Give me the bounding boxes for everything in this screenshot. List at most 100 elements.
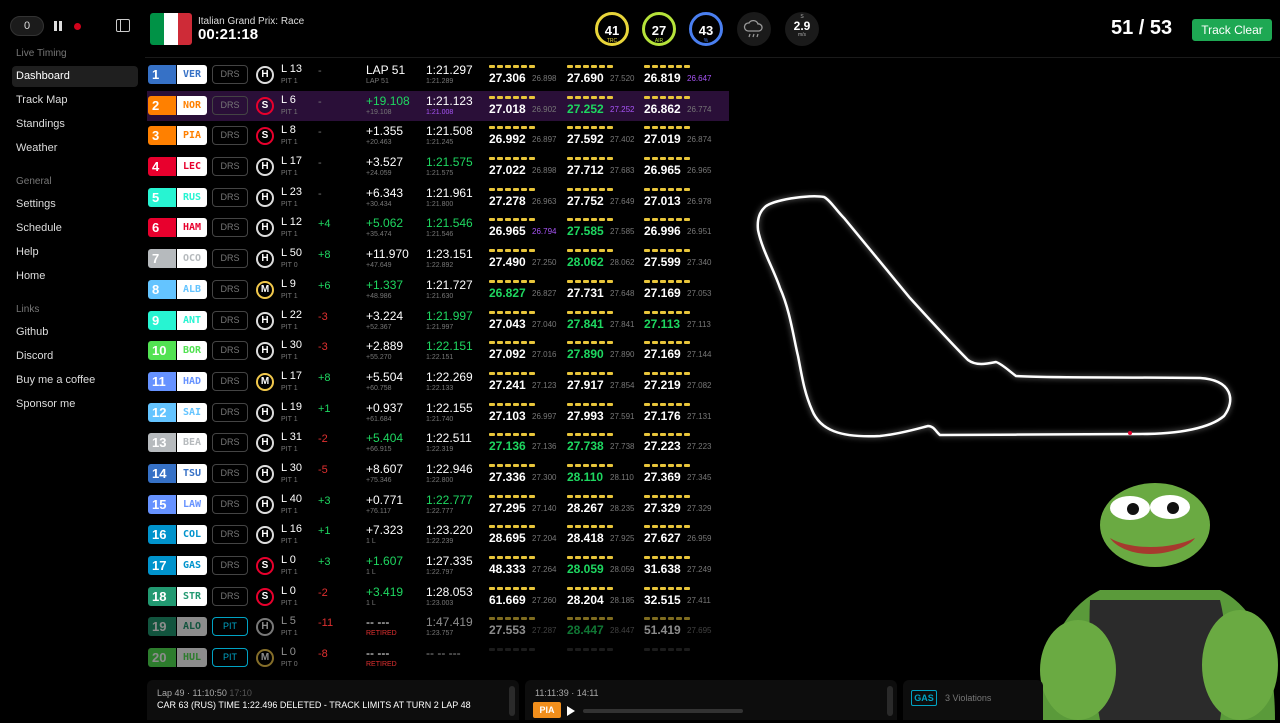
table-row[interactable]: 13 BEA DRS H L 31 PIT 1 -2 +5.404 +66.915 1:22.51…: [147, 428, 729, 459]
mini-sectors: [567, 648, 613, 652]
table-row[interactable]: 19 ALO PIT H L 5 PIT 1 -11 -- --- RETIRED 1:47.41…: [147, 612, 729, 643]
sidebar-item-help[interactable]: Help: [12, 242, 138, 263]
sidebar-toggle-icon[interactable]: [116, 19, 130, 32]
race-control-scrollbar[interactable]: [509, 686, 515, 716]
sidebar-item-buy-me-a-coffee[interactable]: Buy me a coffee: [12, 370, 138, 391]
driver-code: BEA: [177, 433, 207, 453]
car-marker: [1128, 431, 1132, 435]
table-row[interactable]: 16 COL DRS H L 16 PIT 1 +1 +7.323 1 L 1:23.220 1:2…: [147, 520, 729, 551]
mini-sectors: [644, 556, 690, 559]
tyre-compound-icon: H: [256, 618, 274, 637]
table-row[interactable]: 15 LAW DRS H L 40 PIT 1 +3 +0.771 +76.117 1:22.77…: [147, 490, 729, 521]
tyre-compound-icon: M: [256, 649, 274, 668]
sector-s1: 48.333 27.264: [489, 551, 567, 581]
sector-s2: 28.267 28.235: [567, 490, 645, 520]
interval: +24.059: [366, 170, 392, 178]
interval: RETIRED: [366, 661, 397, 669]
last-lap: 1:21.508: [426, 124, 473, 139]
sidebar-item-weather[interactable]: Weather: [12, 138, 138, 159]
sidebar-item-settings[interactable]: Settings: [12, 194, 138, 215]
tyre-compound-icon: H: [256, 526, 274, 545]
sidebar: 0 Live Timing Dashboard Track Map Standings…: [0, 0, 145, 720]
driver-code: GAS: [177, 556, 207, 575]
positions-gained: +8: [318, 249, 331, 262]
sector-s2: 27.738 27.738: [567, 428, 645, 458]
table-row[interactable]: 14 TSU DRS H L 30 PIT 1 -5 +8.607 +75.346 1:22.94…: [147, 459, 729, 490]
mini-sectors: [567, 249, 613, 253]
sector-s3: 26.996 26.951: [644, 213, 722, 243]
position: 7: [148, 249, 176, 269]
last-lap: 1:21.546: [426, 216, 473, 231]
driver-code: LEC: [177, 157, 207, 177]
interval: 1 L: [366, 538, 376, 546]
sidebar-item-github[interactable]: Github: [12, 322, 138, 343]
mini-sectors: [567, 187, 613, 191]
pit-count: PIT 1: [281, 354, 298, 362]
sidebar-item-home[interactable]: Home: [12, 266, 138, 287]
table-row[interactable]: 10 BOR DRS H L 30 PIT 1 -3 +2.889 +55.270 1:22.15…: [147, 336, 729, 367]
sector-s2: 27.841 27.841: [567, 306, 645, 336]
best-lap: 1:21.800: [426, 200, 454, 208]
sidebar-item-sponsor-me[interactable]: Sponsor me: [12, 394, 138, 415]
sector-s3: 27.627 26.959: [644, 520, 722, 550]
tyre-compound-icon: H: [256, 66, 274, 84]
sector-s3: 27.599 27.340: [644, 244, 722, 274]
table-row[interactable]: 18 STR DRS S L 0 PIT 1 -2 +3.419 1 L 1:28.053 1:23…: [147, 582, 729, 613]
driver-code: BOR: [177, 341, 207, 361]
pit-count: PIT 1: [281, 476, 298, 484]
position: 6: [148, 218, 176, 238]
drs-indicator: DRS: [212, 586, 248, 606]
table-row[interactable]: 4 LEC DRS H L 17 PIT 1 - +3.527 +24.059 1:21.575 1…: [147, 152, 729, 183]
team-radio-scrollbar[interactable]: [887, 686, 893, 716]
table-row[interactable]: 3 PIA DRS S L 8 PIT 1 - +1.355 +20.463 1:21.508 1:…: [147, 121, 729, 152]
gap: +11.970: [366, 247, 409, 262]
sector-s2: 27.752 27.649: [567, 183, 645, 213]
stint-laps: L 50: [281, 247, 303, 260]
mini-sectors: [644, 65, 690, 68]
last-lap: 1:22.777: [426, 492, 473, 507]
best-lap: 1:22.800: [426, 476, 454, 484]
last-lap: 1:22.946: [426, 461, 473, 476]
sidebar-item-dashboard[interactable]: Dashboard: [12, 66, 138, 87]
tyre-compound-icon: S: [256, 127, 274, 146]
table-row[interactable]: 1 VER DRS H L 13 PIT 1 - LAP 51 LAP 51 1:21.297 1:…: [147, 60, 729, 91]
interval: +66.915: [366, 446, 392, 454]
track-temp-gauge: 41 TRC: [595, 12, 629, 46]
table-row[interactable]: 11 HAD DRS M L 17 PIT 1 +8 +5.504 +60.758 1:22.26…: [147, 367, 729, 398]
mini-sectors: [489, 525, 535, 529]
table-row[interactable]: 5 RUS DRS H L 23 PIT 1 - +6.343 +30.434 1:21.961 1…: [147, 183, 729, 214]
drs-indicator: DRS: [212, 279, 248, 299]
table-row[interactable]: 2 NOR DRS S L 6 PIT 1 - +19.108 +19.108 1:21.123 1…: [147, 90, 729, 122]
table-row[interactable]: 17 GAS DRS S L 0 PIT 1 +3 +1.607 1 L 1:27.335 1:22…: [147, 551, 729, 582]
drs-indicator: DRS: [212, 126, 248, 146]
driver-code: ANT: [177, 310, 207, 330]
table-row[interactable]: 20 HUL PIT M L 0 PIT 0 -8 -- --- RETIRED -- -- --…: [147, 643, 729, 674]
playback-speed-badge[interactable]: 0: [10, 16, 44, 36]
positions-gained: -2: [318, 433, 328, 446]
table-row[interactable]: 12 SAI DRS H L 19 PIT 1 +1 +0.937 +61.684 1:22.15…: [147, 398, 729, 429]
driver-code: ALO: [177, 617, 207, 637]
sidebar-item-standings[interactable]: Standings: [12, 114, 138, 135]
mini-sectors: [644, 617, 690, 621]
play-icon[interactable]: [567, 706, 575, 716]
gap: +0.937: [366, 400, 404, 415]
last-lap: 1:21.727: [426, 277, 473, 292]
table-row[interactable]: 8 ALB DRS M L 9 PIT 1 +6 +1.337 +48.986 1:21.727 1…: [147, 275, 729, 306]
table-row[interactable]: 6 HAM DRS H L 12 PIT 1 +4 +5.062 +35.474 1:21.546…: [147, 213, 729, 244]
interval: +52.367: [366, 323, 392, 331]
sidebar-item-schedule[interactable]: Schedule: [12, 218, 138, 239]
last-lap: 1:47.419: [426, 615, 473, 630]
sidebar-item-track-map[interactable]: Track Map: [12, 90, 138, 111]
pit-count: PIT 1: [281, 446, 298, 454]
radio-progress-bar[interactable]: [583, 709, 743, 713]
table-row[interactable]: 7 OCO DRS H L 50 PIT 0 +8 +11.970 +47.649 1:23.15…: [147, 244, 729, 275]
sidebar-item-discord[interactable]: Discord: [12, 346, 138, 367]
mini-sectors: [489, 494, 535, 498]
pause-icon[interactable]: [54, 21, 64, 31]
tyre-compound-icon: M: [256, 280, 274, 299]
last-lap: 1:21.123: [426, 93, 473, 108]
mini-sectors: [489, 249, 535, 253]
driver-code: HAM: [177, 218, 207, 238]
table-row[interactable]: 9 ANT DRS H L 22 PIT 1 -3 +3.224 +52.367 1:21.997…: [147, 306, 729, 337]
mini-sectors: [644, 218, 690, 222]
